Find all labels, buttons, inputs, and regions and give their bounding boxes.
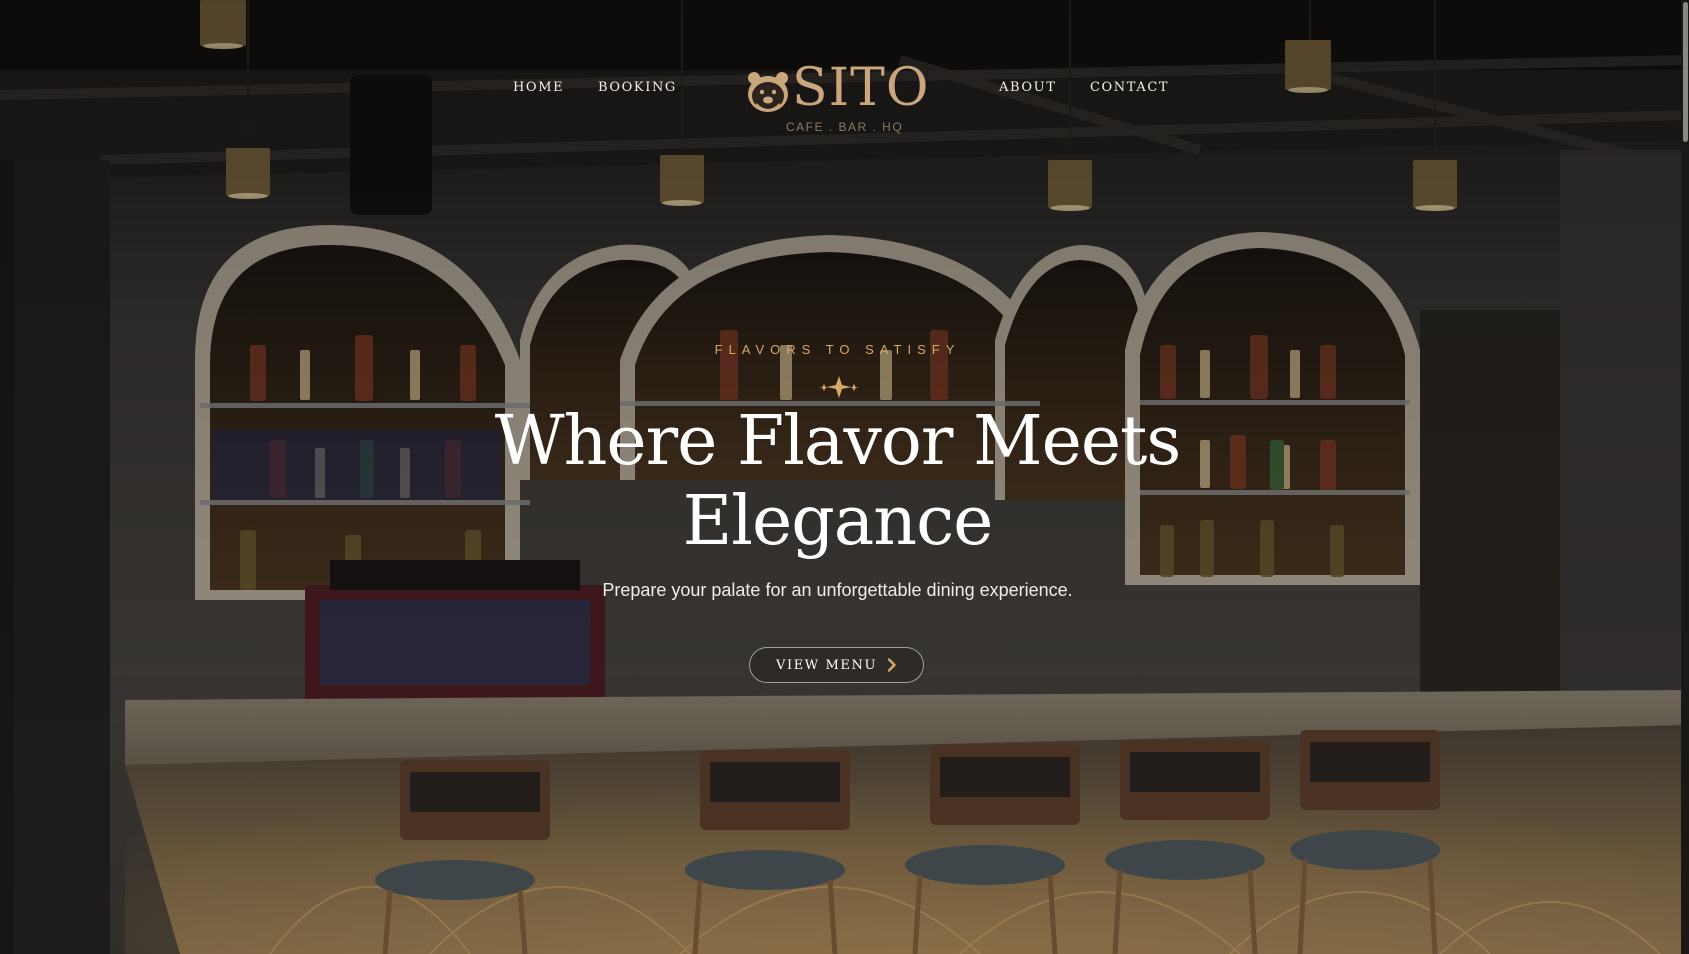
hero-title-line-1: Where Flavor Meets <box>494 402 1182 481</box>
scrollbar-thumb[interactable] <box>1683 2 1688 142</box>
view-menu-label: VIEW MENU <box>775 657 878 673</box>
nav-about-link[interactable]: ABOUT <box>999 80 1056 95</box>
bear-icon <box>748 72 788 112</box>
chevron-right-icon <box>887 658 896 672</box>
logo-wordmark: SITO <box>792 58 930 118</box>
logo-tagline: CAFE . BAR . HQ <box>786 120 904 134</box>
hero-title: Where Flavor Meets Elegance <box>0 402 1675 562</box>
hero-eyebrow: FLAVORS TO SATISFY <box>714 342 961 357</box>
page-scrollbar[interactable] <box>1681 0 1689 954</box>
page: HOME BOOKING ABOUT CONTACT SITO CAFE . B… <box>0 0 1689 954</box>
brand-logo[interactable]: SITO CAFE . BAR . HQ <box>744 62 930 138</box>
hero-title-line-2: Elegance <box>682 482 994 561</box>
nav-booking-link[interactable]: BOOKING <box>598 80 677 95</box>
sparkle-icon <box>819 376 859 398</box>
view-menu-button[interactable]: VIEW MENU <box>749 647 924 683</box>
nav-home-link[interactable]: HOME <box>513 80 564 95</box>
hero-subtitle: Prepare your palate for an unforgettable… <box>602 580 1073 600</box>
nav-contact-link[interactable]: CONTACT <box>1090 80 1169 95</box>
